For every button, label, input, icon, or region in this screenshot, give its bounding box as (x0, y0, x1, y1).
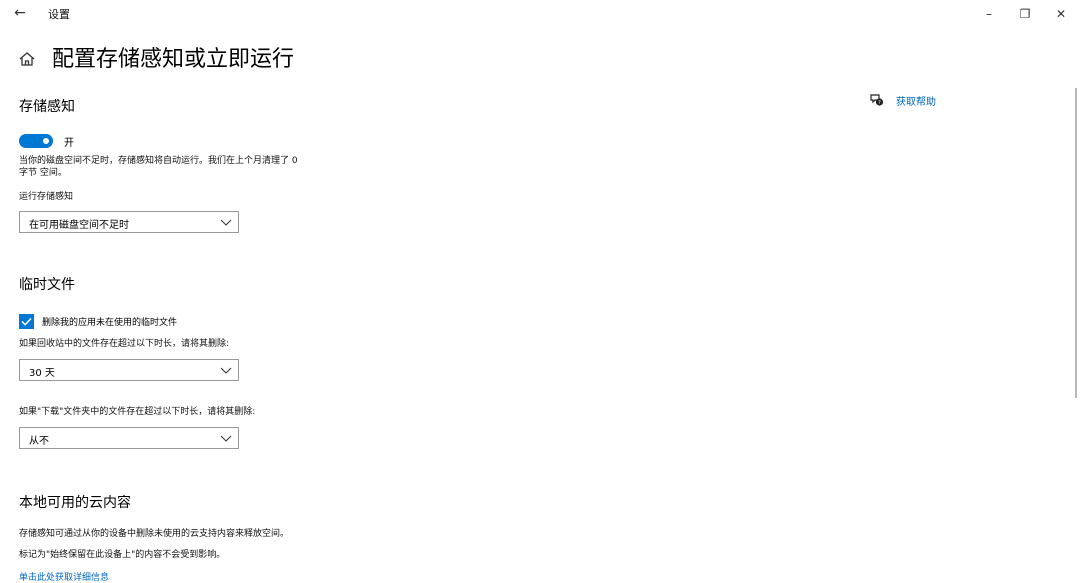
downloads-dropdown[interactable]: 从不 (19, 427, 239, 449)
back-button[interactable]: ← (12, 4, 28, 22)
title-bar: ← 设置 – ❐ ✕ (0, 0, 1080, 28)
chevron-down-icon (220, 219, 232, 226)
recycle-bin-label: 如果回收站中的文件存在超过以下时长，请将其删除: (19, 339, 230, 349)
learn-more-link[interactable]: 单击此处获取详细信息 (19, 570, 109, 583)
recycle-bin-dropdown[interactable]: 30 天 (19, 359, 239, 381)
chevron-down-icon (220, 435, 232, 442)
scrollbar[interactable] (1075, 88, 1077, 398)
get-help-label: 获取帮助 (896, 97, 936, 108)
toggle-state-label: 开 (64, 138, 74, 149)
delete-temp-files-label: 删除我的应用未在使用的临时文件 (42, 318, 178, 328)
restore-button[interactable]: ❐ (1010, 4, 1040, 24)
temp-files-heading: 临时文件 (19, 277, 75, 293)
run-storage-sense-label: 运行存储感知 (19, 192, 74, 202)
recycle-bin-value: 30 天 (29, 368, 55, 379)
cloud-description-2: 标记为"始终保留在此设备上"的内容不会受到影响。 (19, 550, 226, 560)
storage-sense-description-line1: 当你的磁盘空间不足时，存储感知将自动运行。我们在上个月清理了 0 (19, 156, 298, 166)
delete-temp-files-checkbox[interactable] (19, 314, 34, 329)
checkmark-icon (21, 317, 32, 326)
downloads-value: 从不 (29, 436, 49, 447)
cloud-description-1: 存储感知可通过从你的设备中删除未使用的云支持内容来释放空间。 (19, 529, 290, 539)
close-button[interactable]: ✕ (1046, 4, 1076, 24)
help-chat-icon: ? (870, 94, 884, 106)
storage-sense-toggle[interactable] (19, 134, 53, 148)
run-storage-sense-dropdown[interactable]: 在可用磁盘空间不足时 (19, 211, 239, 233)
app-title: 设置 (48, 8, 70, 21)
minimize-button[interactable]: – (974, 4, 1004, 24)
svg-text:?: ? (878, 100, 881, 106)
storage-sense-description-line2: 字节 空间。 (19, 168, 67, 178)
downloads-label: 如果"下载"文件夹中的文件存在超过以下时长，请将其删除: (19, 407, 256, 417)
toggle-knob (43, 138, 49, 144)
run-storage-sense-value: 在可用磁盘空间不足时 (29, 220, 129, 231)
page-title: 配置存储感知或立即运行 (52, 47, 295, 72)
chevron-down-icon (220, 367, 232, 374)
home-icon[interactable] (18, 50, 36, 68)
cloud-content-heading: 本地可用的云内容 (19, 495, 131, 511)
storage-sense-heading: 存储感知 (19, 99, 75, 115)
